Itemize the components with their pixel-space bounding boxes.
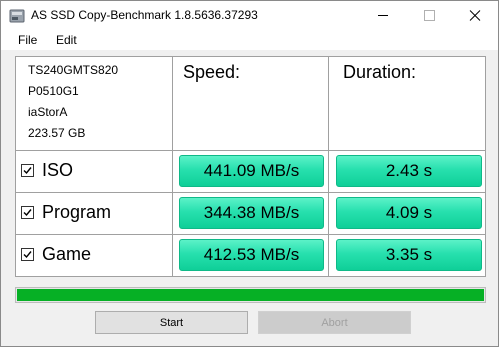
maximize-icon: [424, 10, 435, 21]
close-button[interactable]: [452, 1, 498, 30]
grid-divider: [16, 150, 485, 151]
close-icon: [469, 10, 481, 21]
progress-bar: [15, 287, 486, 303]
grid-divider: [16, 234, 485, 235]
drive-model: TS240GMTS820: [28, 63, 119, 77]
program-speed-value: 344.38 MB/s: [179, 197, 324, 229]
menu-file[interactable]: File: [18, 33, 37, 47]
abort-button[interactable]: Abort: [258, 311, 411, 334]
results-grid: TS240GMTS820 P0510G1 iaStorA 223.57 GB S…: [15, 56, 486, 277]
minimize-icon: [378, 15, 388, 16]
row-iso-label[interactable]: ISO: [21, 157, 73, 183]
speed-column-header: Speed:: [183, 62, 241, 82]
iso-duration-value: 2.43 s: [336, 155, 482, 187]
maximize-button[interactable]: [406, 1, 452, 30]
start-button[interactable]: Start: [95, 311, 248, 334]
game-speed-value: 412.53 MB/s: [179, 239, 324, 271]
minimize-button[interactable]: [360, 1, 406, 30]
iso-speed-value: 441.09 MB/s: [179, 155, 324, 187]
grid-divider: [16, 192, 485, 193]
checkbox-iso[interactable]: [21, 163, 34, 177]
drive-driver: iaStorA: [28, 105, 68, 119]
duration-column-header: Duration:: [343, 62, 417, 82]
benchmark-window: AS SSD Copy-Benchmark 1.8.5636.37293 Fil…: [0, 0, 499, 347]
row-label-text: Program: [42, 201, 112, 222]
game-duration-value: 3.35 s: [336, 239, 482, 271]
drive-firmware: P0510G1: [28, 84, 79, 98]
grid-divider: [328, 57, 329, 276]
row-label-text: ISO: [42, 159, 74, 180]
progress-bar-fill: [17, 289, 484, 301]
window-title: AS SSD Copy-Benchmark 1.8.5636.37293: [31, 8, 258, 22]
program-duration-value: 4.09 s: [336, 197, 482, 229]
row-program-label[interactable]: Program: [21, 199, 111, 225]
title-bar[interactable]: AS SSD Copy-Benchmark 1.8.5636.37293: [1, 1, 498, 30]
drive-capacity: 223.57 GB: [28, 126, 86, 140]
app-icon: [9, 9, 25, 23]
checkbox-program[interactable]: [21, 205, 34, 219]
menu-bar: File Edit: [1, 30, 498, 50]
row-game-label[interactable]: Game: [21, 241, 91, 267]
row-label-text: Game: [42, 243, 92, 264]
grid-divider: [172, 57, 173, 276]
menu-edit[interactable]: Edit: [56, 33, 77, 47]
checkbox-game[interactable]: [21, 247, 34, 261]
